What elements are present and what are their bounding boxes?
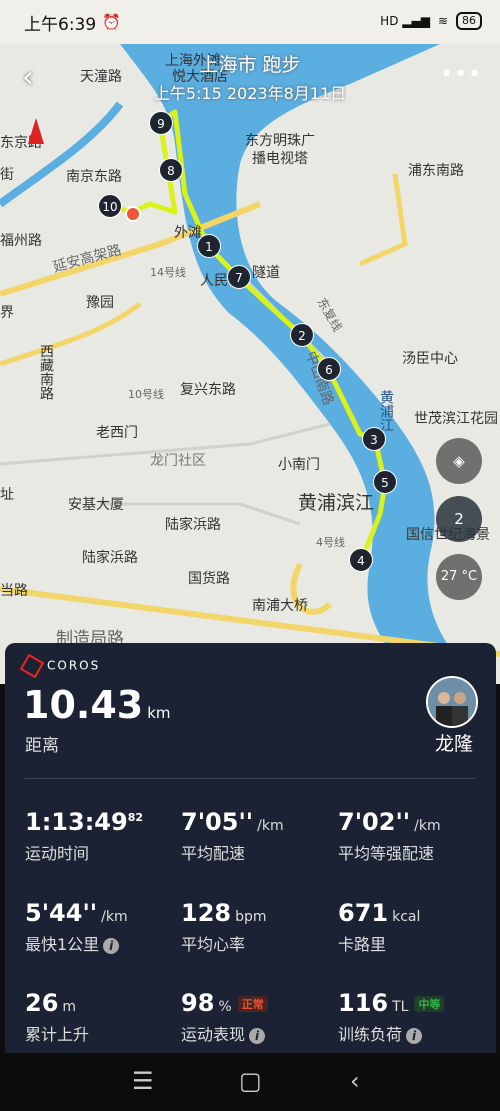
stat-training-load: 116 TL 中等 训练负荷 i — [338, 989, 445, 1045]
km-marker[interactable]: 5 — [373, 470, 397, 494]
map-label: 街 — [0, 167, 14, 183]
temperature-badge: 27 °C — [436, 554, 482, 600]
map-label: 世茂滨江花园 — [414, 411, 498, 427]
back-icon[interactable]: ‹ — [350, 1067, 360, 1095]
map-label: 人民 — [200, 273, 228, 289]
layers-button[interactable]: ◈ — [436, 438, 482, 484]
map-label: 浦东南路 — [408, 163, 464, 179]
activity-summary-panel: COROS 10.43 km 距离 龙隆 1:13:4982 运动时间 7'05'… — [5, 643, 496, 1053]
signal-icon: HD ▂▄▆ — [380, 14, 430, 28]
avatar-photo-icon — [428, 678, 476, 726]
brand-logo: COROS — [19, 653, 100, 679]
creek-shape — [0, 101, 124, 208]
km-marker[interactable]: 4 — [349, 548, 373, 572]
compass-icon: 2 — [454, 510, 464, 528]
page-subtitle: 上午5:15 2023年8月11日 — [153, 84, 347, 103]
status-badge: 正常 — [237, 996, 268, 1012]
route-map[interactable]: 天潼路 上海外滩 悦大酒店 东方明珠广 播电视塔 浦东南路 南京东路 福州路 延… — [0, 44, 500, 684]
status-badge: 中等 — [414, 996, 445, 1012]
more-options-icon[interactable]: ••• — [440, 62, 482, 87]
map-label: 汤臣中心 — [402, 351, 458, 367]
km-marker[interactable]: 6 — [317, 357, 341, 381]
km-marker[interactable]: 9 — [149, 111, 173, 135]
distance-label: 距离 — [25, 736, 59, 756]
map-label: 界 — [0, 305, 14, 321]
layers-icon: ◈ — [453, 452, 465, 470]
divider — [25, 778, 475, 779]
road — [358, 173, 408, 267]
info-icon[interactable]: i — [103, 937, 120, 954]
map-label: 老西门 — [96, 425, 138, 441]
page-title: 上海市 跑步 — [199, 54, 301, 76]
alarm-icon: ⏰ — [102, 13, 121, 31]
stat-heart-rate: 128 bpm 平均心率 — [181, 899, 267, 954]
header-bar: ‹ 上海市 跑步 上午5:15 2023年8月11日 ••• — [0, 44, 500, 114]
map-label: 安基大厦 — [68, 497, 124, 513]
map-label: 陆家浜路 — [165, 517, 221, 533]
info-icon[interactable]: i — [406, 1027, 423, 1044]
map-label: 小南门 — [278, 457, 320, 473]
map-label: 隧道 — [252, 265, 280, 281]
map-label: 南京东路 — [66, 169, 122, 185]
status-bar: 上午6:39 ⏰ HD ▂▄▆ ≋ 86 — [0, 0, 500, 44]
map-label: 西藏南路 — [38, 344, 54, 400]
system-nav-bar: ☰ ▢ ‹ — [0, 1053, 500, 1111]
status-right: HD ▂▄▆ ≋ 86 — [380, 12, 482, 30]
km-marker[interactable]: 10 — [98, 194, 122, 218]
map-label: 4号线 — [316, 536, 345, 549]
menu-icon[interactable]: ☰ — [132, 1067, 154, 1095]
battery-icon: 86 — [456, 12, 482, 30]
km-marker[interactable]: 1 — [197, 234, 221, 258]
compass-button[interactable]: 2 — [436, 496, 482, 542]
km-marker[interactable]: 8 — [159, 158, 183, 182]
distance-value: 10.43 km — [23, 683, 171, 727]
map-label: 陆家浜路 — [82, 550, 138, 566]
home-icon[interactable]: ▢ — [239, 1067, 262, 1095]
map-label: 黄浦江 — [378, 390, 394, 432]
avatar[interactable] — [426, 676, 478, 728]
map-label: 复兴东路 — [180, 382, 236, 398]
status-time: 上午6:39 — [24, 14, 97, 35]
map-label: 福州路 — [0, 233, 42, 249]
stat-performance: 98% 正常 运动表现 i — [181, 989, 268, 1045]
map-label: 址 — [0, 487, 14, 503]
map-label: 龙门社区 — [150, 453, 206, 469]
map-label: 14号线 — [150, 266, 186, 279]
km-marker[interactable]: 7 — [227, 265, 251, 289]
stat-elevation-gain: 26 m 累计上升 — [25, 989, 90, 1044]
coros-logo-icon — [19, 653, 45, 679]
compass-north-icon — [28, 118, 44, 144]
road — [0, 301, 142, 367]
map-label: 黄浦滨江 — [298, 492, 375, 514]
map-label: 播电视塔 — [252, 151, 308, 167]
stat-calories: 671 kcal 卡路里 — [338, 899, 421, 954]
map-label: 豫园 — [86, 295, 114, 311]
info-icon[interactable]: i — [249, 1027, 266, 1044]
km-marker[interactable]: 2 — [290, 323, 314, 347]
km-marker[interactable]: 3 — [362, 427, 386, 451]
map-label: 东方明珠广 — [245, 133, 315, 149]
map-label: 南浦大桥 — [252, 598, 308, 614]
map-label: 10号线 — [128, 388, 164, 401]
start-point-icon — [125, 206, 141, 222]
stat-fastest-km: 5'44''/km 最快1公里 i — [25, 899, 128, 954]
stat-grade-pace: 7'02''/km 平均等强配速 — [338, 808, 441, 863]
wifi-icon: ≋ — [437, 14, 448, 28]
map-label: 国货路 — [188, 571, 230, 587]
stat-duration: 1:13:4982 运动时间 — [25, 808, 144, 863]
user-name: 龙隆 — [435, 733, 474, 755]
stat-avg-pace: 7'05''/km 平均配速 — [181, 808, 284, 863]
map-label: 当路 — [0, 583, 28, 599]
